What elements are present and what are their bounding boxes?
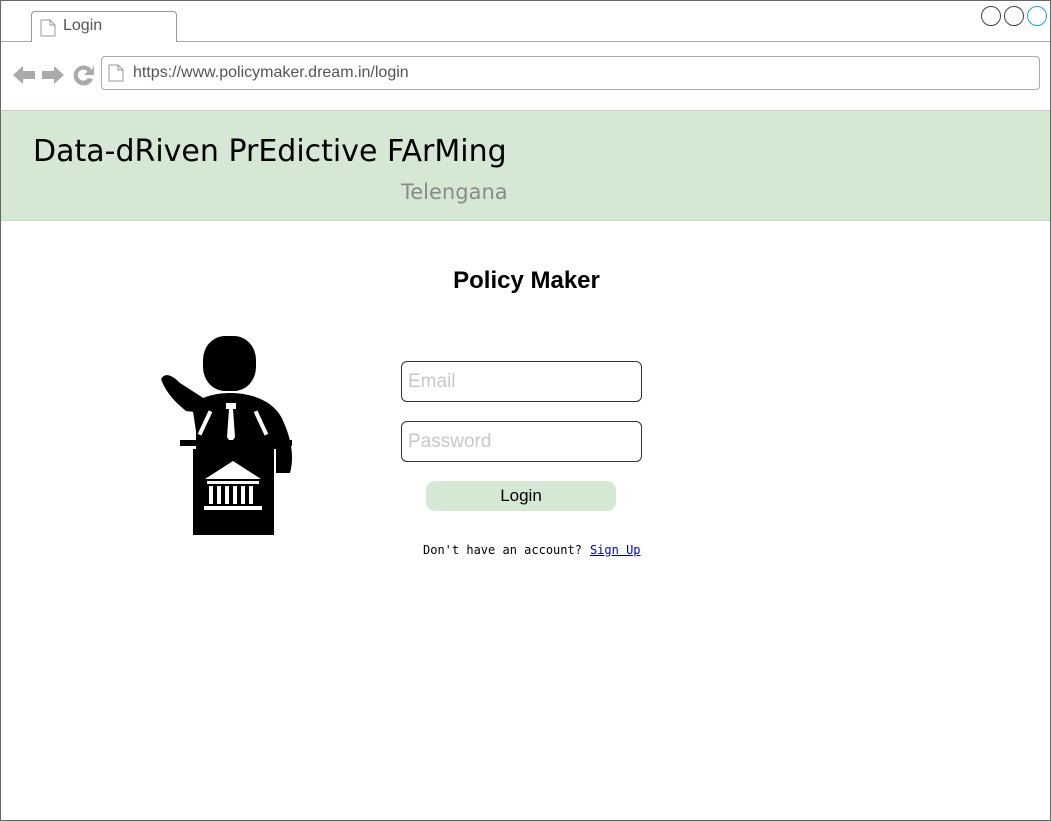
login-button[interactable]: Login bbox=[426, 481, 616, 511]
browser-window: Login https://www.policymaker.dream.in/l… bbox=[0, 0, 1051, 821]
browser-toolbar: https://www.policymaker.dream.in/login bbox=[1, 42, 1050, 111]
tab-label: Login bbox=[63, 17, 103, 34]
forward-arrow-icon[interactable] bbox=[40, 62, 66, 88]
signup-link[interactable]: Sign Up bbox=[590, 543, 641, 557]
window-controls bbox=[981, 6, 1047, 26]
page-icon bbox=[40, 19, 56, 37]
policy-maker-podium-illustration bbox=[161, 336, 292, 535]
page-icon bbox=[108, 64, 124, 82]
url-text: https://www.policymaker.dream.in/login bbox=[133, 64, 409, 81]
back-arrow-icon[interactable] bbox=[11, 62, 37, 88]
address-bar[interactable]: https://www.policymaker.dream.in/login bbox=[101, 56, 1040, 90]
minimize-button[interactable] bbox=[981, 6, 1001, 26]
page-title: Policy Maker bbox=[453, 267, 600, 294]
maximize-button[interactable] bbox=[1004, 6, 1024, 26]
tab-strip: Login bbox=[1, 1, 1050, 42]
close-button[interactable] bbox=[1027, 6, 1047, 26]
app-subtitle: Telengana bbox=[401, 180, 508, 204]
reload-icon[interactable] bbox=[71, 62, 97, 88]
signup-prompt: Don't have an account? bbox=[423, 543, 582, 557]
tab-login[interactable]: Login bbox=[31, 11, 177, 42]
app-header: Data-dRiven PrEdictive FArMing Telengana bbox=[1, 111, 1050, 221]
signup-row: Don't have an account? Sign Up bbox=[423, 543, 641, 557]
email-field[interactable] bbox=[401, 361, 642, 402]
password-field[interactable] bbox=[401, 421, 642, 462]
app-title: Data-dRiven PrEdictive FArMing bbox=[33, 134, 507, 169]
